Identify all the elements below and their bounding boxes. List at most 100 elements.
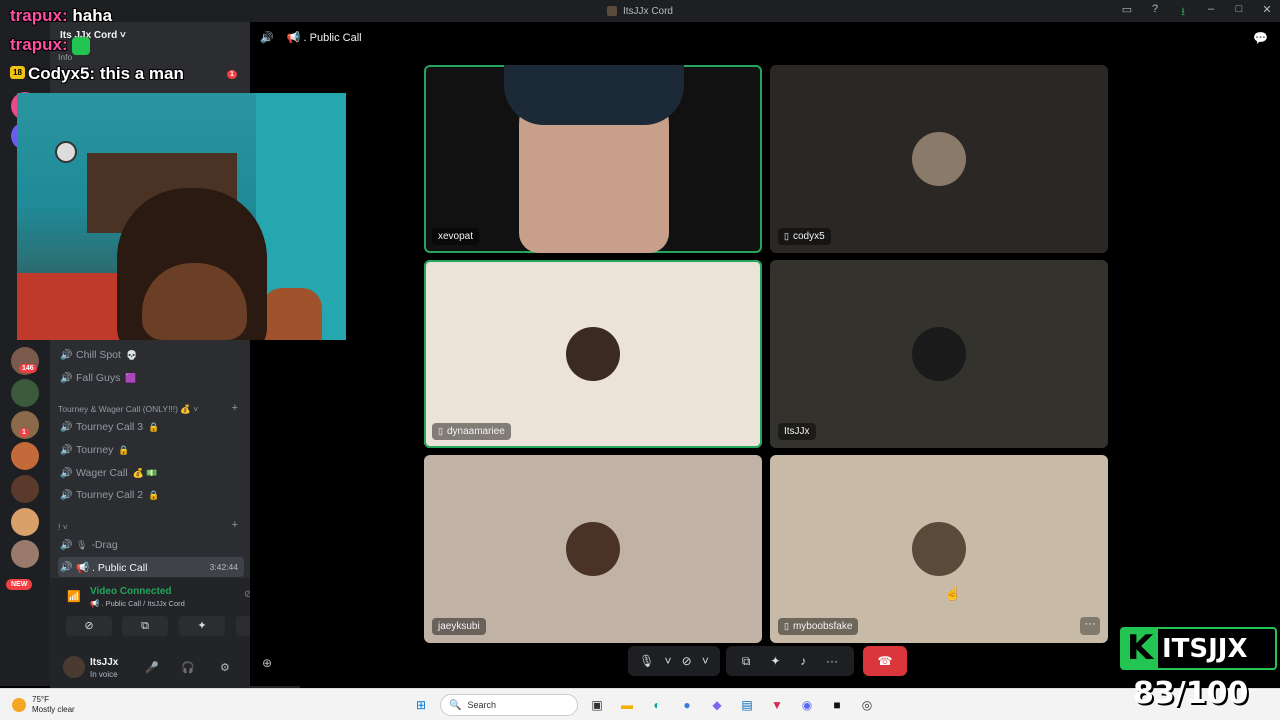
title-bar: ItsJJx Cord ▭ ? ⭳ – □ ✕: [0, 0, 1280, 22]
start-icon[interactable]: ⊞: [410, 694, 432, 716]
lock-icon: 🔒: [148, 421, 160, 432]
channel-drag[interactable]: 🔊 🎙 -Drag: [58, 535, 244, 555]
more-options-icon[interactable]: ···: [1080, 617, 1100, 635]
avatar[interactable]: [63, 656, 85, 678]
channel-tourney-call-2[interactable]: 🔊 Tourney Call 2 🔒: [58, 485, 244, 505]
participant-tile[interactable]: ▯ codyx5: [770, 65, 1108, 253]
headphones-icon[interactable]: 🎧: [181, 661, 195, 674]
category-tourney[interactable]: Tourney & Wager Call (ONLY!!!) 💰 ˅: [58, 404, 198, 415]
call-header: 🔊 📢 . Public Call: [260, 31, 362, 44]
discord-icon[interactable]: ◉: [796, 694, 818, 716]
speaker-icon: 🔊: [60, 467, 73, 479]
channel-label: Fall Guys: [76, 372, 121, 384]
channel-public-call[interactable]: 🔊 📢 . Public Call 3:42:44: [58, 557, 244, 577]
file-explorer-icon[interactable]: ▬: [616, 694, 638, 716]
app-icon[interactable]: ●: [676, 694, 698, 716]
task-view-icon[interactable]: ▣: [586, 694, 608, 716]
weather-temp: 75°F: [32, 695, 49, 704]
speaker-icon: 🔊: [60, 444, 73, 456]
participant-tile[interactable]: ▯ myboobsfake ···: [770, 455, 1108, 643]
emote-icon: [72, 36, 91, 55]
more-icon[interactable]: ···: [826, 654, 838, 668]
chevron-down-icon[interactable]: ˅: [664, 654, 671, 668]
notification-badge: 1: [227, 70, 237, 79]
channel-chill-spot[interactable]: 🔊 Chill Spot 💀: [58, 345, 244, 365]
add-channel-icon[interactable]: +: [232, 519, 238, 531]
overlay-chat-line: trapux:: [10, 35, 91, 55]
participant-name: ▯ dynaamariee: [432, 423, 511, 440]
participant-tile[interactable]: ItsJJx: [770, 260, 1108, 448]
participant-tile[interactable]: jaeyksubi: [424, 455, 762, 643]
overlay-chat-line: Codyx5: this a man: [28, 64, 184, 84]
camera-off-button[interactable]: ⊘: [66, 616, 112, 636]
hang-up-button[interactable]: ☎: [863, 646, 907, 676]
download-icon[interactable]: ⭳: [1176, 3, 1190, 22]
chat-user: Codyx5:: [28, 64, 96, 83]
participant-name: jaeyksubi: [432, 618, 486, 635]
minimize-button[interactable]: –: [1204, 3, 1218, 22]
mic-icon[interactable]: 🎤: [145, 661, 159, 674]
server-icon[interactable]: [11, 475, 39, 503]
call-area: [250, 22, 1280, 686]
app-icon[interactable]: ▼: [766, 694, 788, 716]
screen-share-button[interactable]: ⧉: [122, 616, 168, 636]
edge-icon[interactable]: ◐: [646, 694, 668, 716]
camera-off-icon[interactable]: ⊘: [682, 654, 692, 668]
speaker-icon: 🔊: [60, 539, 73, 551]
server-badge: 1: [19, 428, 29, 437]
server-icon[interactable]: [11, 540, 39, 568]
channel-tourney[interactable]: 🔊 Tourney 🔒: [58, 440, 244, 460]
mic-icon[interactable]: 🎙: [639, 654, 654, 668]
chat-user: trapux:: [10, 35, 68, 54]
soundboard-icon[interactable]: ♪: [800, 654, 806, 668]
call-timer: 3:42:44: [209, 562, 238, 572]
chat-message: haha: [72, 6, 113, 25]
channel-fall-guys[interactable]: 🔊 Fall Guys 🟪: [58, 368, 244, 388]
speaker-icon: 🔊: [60, 421, 73, 433]
age-badge: 18: [10, 66, 25, 79]
audio-control-group: 🎙 ˅ ⊘ ˅: [628, 646, 720, 676]
signal-icon[interactable]: 📶: [67, 590, 81, 603]
chevron-down-icon[interactable]: ˅: [702, 654, 709, 668]
activities-button[interactable]: ✦: [179, 616, 225, 636]
chat-icon[interactable]: 💬: [1253, 31, 1268, 45]
taskbar-apps: ⊞ 🔍 Search ▣ ▬ ◐ ● ◆ ▤ ▼ ◉ ■ ◎: [410, 694, 878, 716]
participant-name: ▯ codyx5: [778, 228, 831, 245]
speaker-icon: 🔊: [60, 561, 73, 573]
webcam-overlay: [17, 93, 346, 340]
add-channel-icon[interactable]: +: [232, 402, 238, 414]
maximize-button[interactable]: □: [1232, 3, 1246, 22]
channel-label: 📢 . Public Call: [76, 561, 148, 574]
mouse-cursor-icon: ☝: [944, 585, 962, 601]
channel-wager-call[interactable]: 🔊 Wager Call 💰 💵: [58, 463, 244, 483]
clock-icon: [55, 141, 77, 163]
app-icon[interactable]: ◎: [856, 694, 878, 716]
speaker-icon: 🔊: [60, 349, 73, 361]
username[interactable]: ItsJJx: [90, 657, 118, 668]
close-button[interactable]: ✕: [1260, 3, 1274, 22]
participant-avatar: [912, 132, 966, 186]
epic-games-icon[interactable]: ■: [826, 694, 848, 716]
server-icon[interactable]: [11, 379, 39, 407]
participant-tile[interactable]: ▯ dynaamariee: [424, 260, 762, 448]
server-icon[interactable]: [11, 442, 39, 470]
user-status: In voice: [90, 670, 118, 679]
participant-tile[interactable]: xevopat: [424, 65, 762, 253]
search-box[interactable]: 🔍 Search: [440, 694, 578, 716]
help-icon[interactable]: ?: [1148, 3, 1162, 22]
app-icon[interactable]: ◆: [706, 694, 728, 716]
weather-widget[interactable]: 75°F Mostly clear: [12, 695, 75, 715]
screen-share-icon[interactable]: ⧉: [742, 654, 751, 669]
gear-icon[interactable]: ⚙: [220, 661, 230, 674]
connection-location[interactable]: 📢 . Public Call / ItsJJx Cord: [90, 599, 185, 608]
activities-icon[interactable]: ✦: [770, 654, 780, 668]
channel-tourney-call-3[interactable]: 🔊 Tourney Call 3 🔒: [58, 417, 244, 437]
mobile-icon: ▯: [784, 621, 789, 631]
category-misc[interactable]: ! ˅: [58, 522, 68, 532]
invite-icon[interactable]: ⊕: [262, 656, 272, 670]
connection-status[interactable]: Video Connected: [90, 586, 172, 597]
server-icon[interactable]: [11, 508, 39, 536]
participant-avatar: [566, 522, 620, 576]
inbox-icon[interactable]: ▭: [1120, 3, 1134, 22]
store-icon[interactable]: ▤: [736, 694, 758, 716]
